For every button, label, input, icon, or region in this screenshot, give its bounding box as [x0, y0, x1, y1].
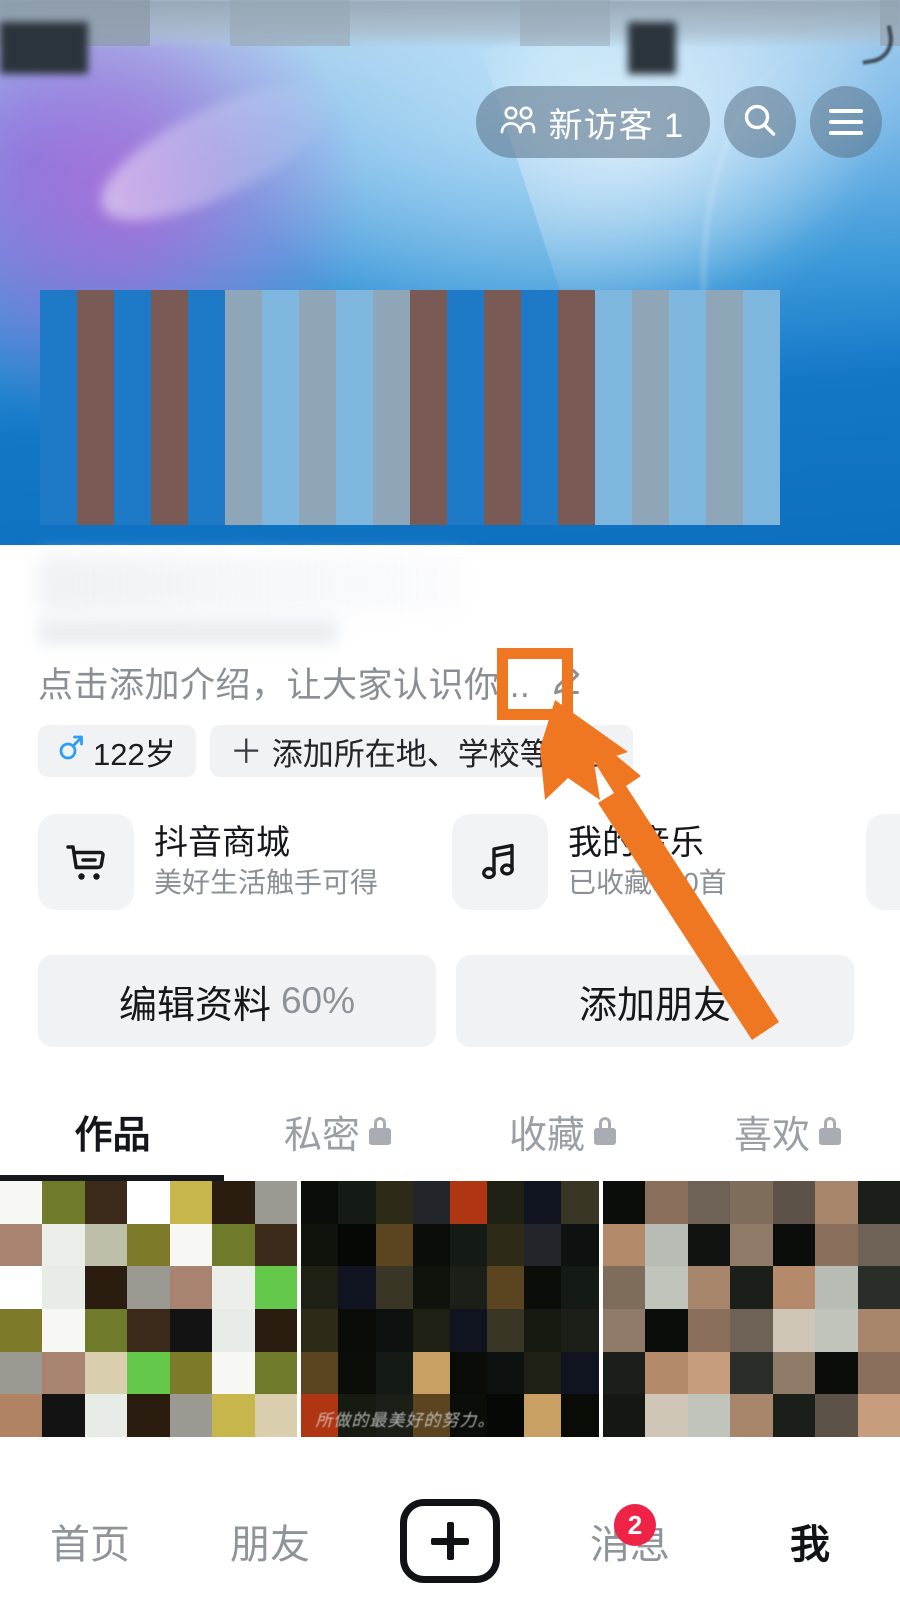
- shortcut-card-subtitle: 美好生活触手可得: [154, 867, 379, 899]
- age-gender-tag[interactable]: 122岁: [38, 725, 196, 777]
- censored-avatar-region: [40, 290, 780, 525]
- create-post-plus-icon: [400, 1499, 500, 1583]
- lock-icon: [594, 1117, 616, 1145]
- lock-icon: [369, 1117, 391, 1145]
- shortcut-card-mall[interactable]: 抖音商城 美好生活触手可得: [38, 814, 434, 910]
- status-bar-block: [230, 0, 350, 46]
- tab-favorites-label: 收藏: [508, 1114, 585, 1157]
- tab-works[interactable]: 作品: [0, 1085, 225, 1177]
- shortcut-card-title: 我的音乐: [568, 823, 704, 862]
- plus-icon: ＋: [229, 732, 263, 770]
- edit-profile-progress: 60%: [280, 980, 356, 1021]
- censored-user-id: [38, 619, 338, 645]
- search-button[interactable]: [724, 86, 796, 158]
- tab-works-label: 作品: [74, 1114, 151, 1157]
- phone-screen: 新访客 1 点击添加介绍，让大家认识你... 122岁 ＋ 添加所在地、学校等标…: [0, 0, 900, 1600]
- nav-item-home[interactable]: 首页: [0, 1482, 180, 1600]
- banner-streak: [83, 58, 349, 248]
- new-visitors-label: 新访客 1: [548, 106, 684, 145]
- tab-favorites[interactable]: 收藏: [450, 1085, 675, 1177]
- search-icon: [741, 101, 779, 144]
- status-bar-dark-block: [0, 22, 88, 74]
- shortcut-card-title: 抖音商城: [154, 823, 290, 862]
- censored-display-name: [38, 555, 468, 613]
- censored-thumbnail: [0, 1181, 298, 1437]
- male-gender-icon: [58, 733, 84, 769]
- censored-thumbnail: [602, 1181, 900, 1437]
- shortcut-card-music[interactable]: 我的音乐 已收藏330首: [452, 814, 848, 910]
- video-caption: 所做的最美好的努力。: [315, 1411, 496, 1430]
- add-friend-label: 添加朋友: [578, 984, 731, 1027]
- nav-item-messages[interactable]: 消息 2: [540, 1482, 720, 1600]
- edit-profile-label: 编辑资料: [118, 984, 271, 1027]
- shortcut-card-next-peek[interactable]: [866, 814, 900, 910]
- visitors-icon: [498, 104, 538, 141]
- nav-me-label: 我: [790, 1523, 830, 1567]
- nav-home-label: 首页: [50, 1523, 130, 1567]
- add-tag-button[interactable]: ＋ 添加所在地、学校等标签: [209, 725, 633, 777]
- nav-item-friends[interactable]: 朋友: [180, 1482, 360, 1600]
- censored-thumbnail: [301, 1181, 599, 1437]
- tab-private[interactable]: 私密: [225, 1085, 450, 1177]
- lock-icon: [819, 1117, 841, 1145]
- video-grid: 所做的最美好的努力。: [0, 1181, 900, 1437]
- nav-item-create[interactable]: [360, 1482, 540, 1600]
- messages-badge: 2: [614, 1504, 656, 1546]
- profile-action-buttons: 编辑资料 60% 添加朋友: [38, 955, 854, 1047]
- shortcut-card-row[interactable]: 抖音商城 美好生活触手可得 我的音乐 已收藏330首: [0, 803, 900, 921]
- annotation-highlight-box: [497, 648, 573, 720]
- shortcut-card-text: 抖音商城 美好生活触手可得: [154, 823, 379, 899]
- nav-friends-label: 朋友: [230, 1523, 310, 1567]
- tab-private-label: 私密: [283, 1114, 360, 1157]
- hamburger-menu-icon: [829, 109, 863, 135]
- bottom-navigation-bar: 首页 朋友 消息 2 我: [0, 1482, 900, 1600]
- shopping-cart-icon: [38, 814, 134, 910]
- status-bar-dark-block: [628, 22, 676, 74]
- video-thumbnail[interactable]: [602, 1181, 900, 1437]
- content-tabs: 作品 私密 收藏 喜欢: [0, 1085, 900, 1177]
- plus-bar-vertical: [446, 1522, 454, 1560]
- tab-likes[interactable]: 喜欢: [675, 1085, 900, 1177]
- status-bar-block: [520, 0, 610, 46]
- age-label: 122岁: [93, 736, 176, 772]
- profile-tags: 122岁 ＋ 添加所在地、学校等标签: [38, 725, 633, 777]
- menu-button[interactable]: [810, 86, 882, 158]
- edit-profile-button[interactable]: 编辑资料 60%: [38, 955, 436, 1047]
- new-visitors-button[interactable]: 新访客 1: [475, 86, 710, 158]
- video-thumbnail[interactable]: [0, 1181, 298, 1437]
- profile-banner[interactable]: 新访客 1: [0, 0, 900, 545]
- shortcut-card-text: 我的音乐 已收藏330首: [568, 823, 727, 899]
- bio-placeholder-text: 点击添加介绍，让大家认识你...: [38, 666, 531, 705]
- banner-top-controls: 新访客 1: [475, 86, 882, 158]
- plus-box-outline: [400, 1499, 500, 1583]
- music-note-icon: [452, 814, 548, 910]
- shortcut-card-icon-partial: [866, 814, 900, 910]
- tab-likes-label: 喜欢: [733, 1114, 810, 1157]
- video-thumbnail[interactable]: 所做的最美好的努力。: [301, 1181, 599, 1437]
- add-tag-label: 添加所在地、学校等标签: [271, 736, 613, 772]
- add-friend-button[interactable]: 添加朋友: [456, 955, 854, 1047]
- shortcut-card-subtitle: 已收藏330首: [568, 867, 727, 899]
- nav-item-me[interactable]: 我: [720, 1482, 900, 1600]
